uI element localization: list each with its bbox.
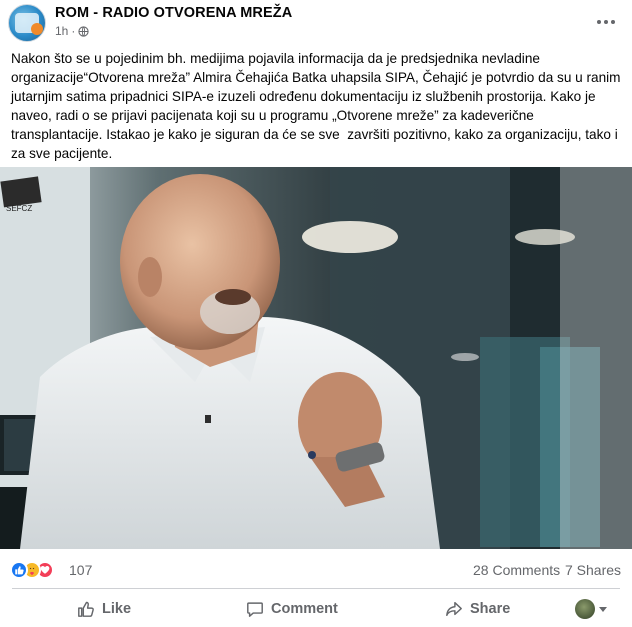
page-name[interactable]: ROM - RADIO OTVORENA MREŽA — [55, 5, 292, 21]
like-icon — [10, 561, 28, 579]
photo-sign-text: SEFCZ — [6, 204, 32, 213]
more-dot — [597, 20, 601, 24]
like-label: Like — [102, 601, 132, 617]
comment-label: Comment — [271, 601, 338, 617]
shares-count[interactable]: 7 Shares — [565, 562, 621, 578]
post-meta: 1h · — [55, 24, 89, 38]
thumbs-up-icon — [78, 601, 94, 617]
more-dot — [604, 20, 608, 24]
comment-icon — [247, 602, 263, 617]
share-button[interactable]: Share — [445, 594, 510, 624]
photo-illustration: SEFCZ — [0, 167, 632, 549]
post-photo[interactable]: SEFCZ — [0, 167, 632, 549]
post-body: Nakon što se u pojedinim bh. medijima po… — [11, 51, 625, 161]
reaction-count[interactable]: 107 — [69, 562, 92, 578]
stats-divider — [12, 588, 620, 589]
facebook-post: ROM - RADIO OTVORENA MREŽA 1h · Nakon št… — [0, 0, 632, 627]
globe-icon — [78, 25, 89, 37]
more-options-button[interactable] — [594, 10, 618, 34]
meta-separator: · — [71, 24, 76, 38]
post-text: Nakon što se u pojedinim bh. medijima po… — [11, 49, 623, 163]
caret-down-icon — [599, 606, 607, 612]
reaction-icons[interactable] — [10, 561, 54, 579]
comment-as-selector[interactable] — [575, 599, 607, 619]
avatar-logo-dot — [31, 23, 43, 35]
comments-count[interactable]: 28 Comments — [473, 562, 560, 578]
like-button[interactable]: Like — [77, 594, 131, 624]
user-avatar — [575, 599, 595, 619]
comment-button[interactable]: Comment — [246, 594, 338, 624]
post-time[interactable]: 1h — [55, 24, 68, 38]
more-dot — [611, 20, 615, 24]
post-actions: Like Comment Share — [0, 590, 632, 627]
post-header: ROM - RADIO OTVORENA MREŽA 1h · — [0, 0, 632, 44]
share-label: Share — [470, 601, 511, 617]
post-stats: 107 28 Comments 7 Shares — [0, 552, 632, 586]
share-icon — [446, 601, 462, 617]
page-avatar[interactable] — [8, 4, 46, 42]
